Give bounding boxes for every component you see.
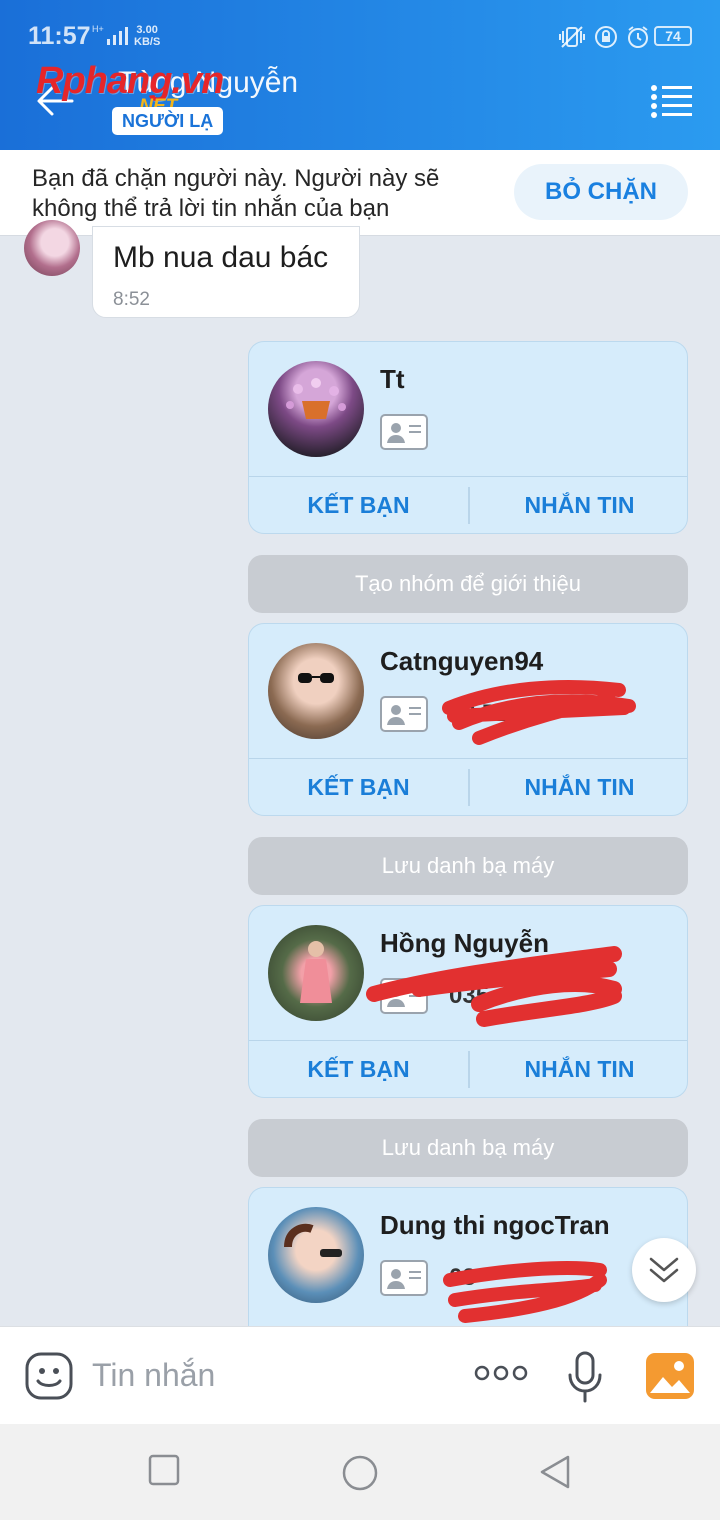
network-type: H+ (92, 24, 104, 34)
redaction-scribble (366, 946, 622, 1027)
contact-card[interactable]: Dung thi ngocTran 03 (248, 1187, 688, 1326)
double-chevron-down-icon (649, 1257, 679, 1283)
add-friend-button[interactable]: KẾT BẠN (249, 759, 468, 815)
top-bar: 11:57 H+ 3.00 KB/S 74 Tùng Nguyễn Rphang… (0, 0, 720, 150)
status-icons (558, 25, 650, 49)
contact-name: Catnguyen94 (380, 646, 544, 676)
stranger-badge: NGƯỜI LẠ (112, 107, 224, 135)
id-card-icon (380, 1260, 428, 1296)
microphone-icon (568, 1351, 602, 1403)
unblock-button[interactable]: BỎ CHẶN (514, 164, 688, 220)
incoming-message[interactable]: Mb nua dau bác 8:52 (92, 226, 360, 318)
vibrate-icon (559, 26, 585, 48)
menu-button[interactable] (650, 84, 694, 118)
send-message-button[interactable]: NHẮN TIN (470, 1041, 687, 1097)
id-card-icon (380, 696, 428, 732)
blocked-message: Bạn đã chặn người này. Người này sẽ khôn… (32, 165, 440, 222)
list-menu-icon (651, 85, 692, 118)
add-friend-button[interactable]: KẾT BẠN (249, 1041, 468, 1097)
lock-rotation-icon (595, 26, 617, 48)
add-friend-button[interactable]: KẾT BẠN (249, 477, 468, 533)
contact-avatar (268, 643, 364, 739)
signal-icon (107, 27, 128, 45)
flower-pot-icon (286, 378, 346, 419)
send-message-button[interactable]: NHẮN TIN (470, 477, 687, 533)
redaction-scribble (443, 1261, 607, 1323)
photo-button[interactable] (646, 1353, 694, 1404)
message-input-bar (0, 1326, 720, 1424)
status-time: 11:57 (28, 22, 91, 50)
alarm-icon (628, 26, 648, 48)
network-speed-value: 3.00 (136, 24, 158, 36)
voice-button[interactable] (566, 1351, 604, 1408)
card-actions: KẾT BẠN NHẮN TIN (249, 476, 687, 533)
system-note: Lưu danh bạ máy (248, 1119, 688, 1177)
status-bar: 11:57 H+ 3.00 KB/S 74 (0, 0, 720, 60)
contact-name: Tt (380, 364, 405, 394)
sticker-icon (25, 1352, 73, 1400)
contact-card[interactable]: Tt KẾT BẠN NHẮN TIN (248, 341, 688, 534)
card-actions: KẾT BẠN NHẮN TIN (249, 1040, 687, 1097)
network-speed-unit: KB/S (134, 36, 161, 48)
watermark-logo: Rphang.vn (36, 60, 224, 102)
more-dots-icon (474, 1365, 528, 1381)
contact-name: Dung thi ngocTran (380, 1210, 610, 1240)
more-options-button[interactable] (474, 1363, 528, 1388)
contact-avatar (268, 1207, 364, 1303)
sender-avatar[interactable] (24, 220, 80, 276)
message-text: Mb nua dau bác (113, 241, 329, 274)
card-actions: KẾT BẠN NHẮN TIN (249, 758, 687, 815)
emoji-button[interactable] (24, 1351, 74, 1406)
back-nav-icon[interactable] (538, 1454, 572, 1490)
home-icon[interactable] (341, 1454, 379, 1492)
message-time: 8:52 (113, 289, 150, 310)
system-note: Lưu danh bạ máy (248, 837, 688, 895)
contact-card[interactable]: Hồng Nguyễn 035 KẾT BẠN NHẮN TIN (248, 905, 688, 1098)
system-nav-bar (0, 1424, 720, 1520)
battery-indicator: 74 (654, 26, 692, 46)
scroll-to-bottom-button[interactable] (632, 1238, 696, 1302)
contact-avatar (268, 361, 364, 457)
image-icon (646, 1353, 694, 1399)
message-input[interactable] (92, 1349, 452, 1401)
redaction-scribble (442, 680, 636, 745)
contact-avatar (268, 925, 364, 1021)
send-message-button[interactable]: NHẮN TIN (470, 759, 687, 815)
contact-card[interactable]: Catnguyen94 09 719 KẾT BẠN NHẮN TIN (248, 623, 688, 816)
id-card-icon (380, 414, 428, 450)
network-speed: 3.00 KB/S (134, 24, 160, 48)
recent-apps-icon[interactable] (148, 1454, 180, 1486)
system-note: Tạo nhóm để giới thiệu (248, 555, 688, 613)
